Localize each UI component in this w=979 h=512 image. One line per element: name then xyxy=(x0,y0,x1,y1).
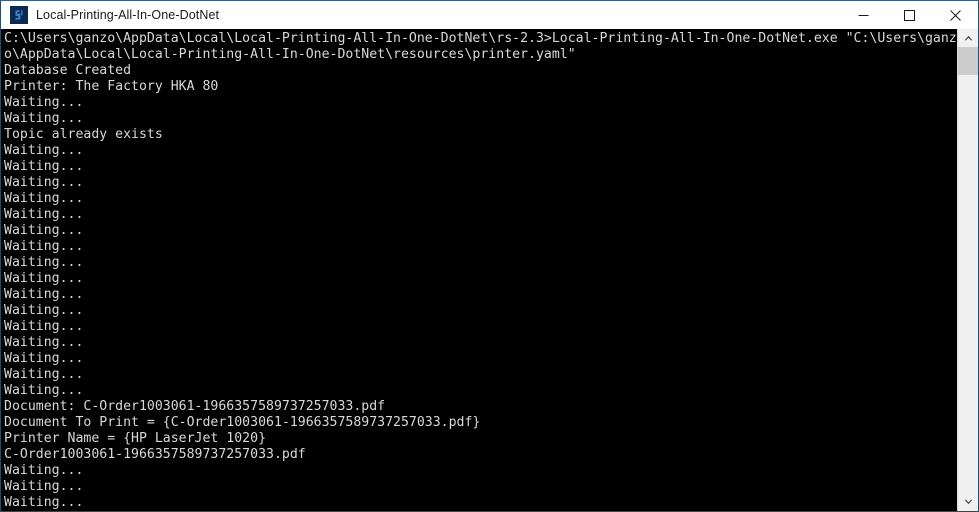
console-line: Waiting... xyxy=(4,159,84,174)
console-line: Waiting... xyxy=(4,495,84,510)
console-line: Topic already exists xyxy=(4,127,163,142)
maximize-button[interactable] xyxy=(886,1,932,29)
console-line: o\AppData\Local\Local-Printing-All-In-On… xyxy=(4,47,576,62)
console-line: Waiting... xyxy=(4,191,84,206)
console-line: Printer Name = {HP LaserJet 1020} xyxy=(4,431,267,446)
scrollbar-thumb[interactable] xyxy=(958,47,978,75)
console-line: C:\Users\ganzo\AppData\Local\Local-Print… xyxy=(4,31,957,46)
console-line: Waiting... xyxy=(4,479,84,494)
console-line: Waiting... xyxy=(4,95,84,110)
console-line: Waiting... xyxy=(4,255,84,270)
console-line: Waiting... xyxy=(4,335,84,350)
console-line: Waiting... xyxy=(4,111,84,126)
close-button[interactable] xyxy=(932,1,978,29)
console-app-icon xyxy=(10,6,28,24)
console-line: Waiting... xyxy=(4,143,84,158)
console-line: Waiting... xyxy=(4,319,84,334)
vertical-scrollbar[interactable] xyxy=(957,29,978,511)
console-line: Document: C-Order1003061-196635758973725… xyxy=(4,399,386,414)
console-line: Waiting... xyxy=(4,383,84,398)
console-line: C-Order1003061-1966357589737257033.pdf xyxy=(4,447,306,462)
console-line-list: C:\Users\ganzo\AppData\Local\Local-Print… xyxy=(1,31,957,511)
console-line: Waiting... xyxy=(4,351,84,366)
window-title: Local-Printing-All-In-One-DotNet xyxy=(36,8,220,22)
console-line: Document To Print = {C-Order1003061-1966… xyxy=(4,415,481,430)
console-line: Printer: The Factory HKA 80 xyxy=(4,79,219,94)
console-line: Waiting... xyxy=(4,367,84,382)
console-line: Waiting... xyxy=(4,463,84,478)
console-line: Waiting... xyxy=(4,239,84,254)
console-output-area[interactable]: C:\Users\ganzo\AppData\Local\Local-Print… xyxy=(1,29,957,511)
scroll-down-arrow-icon[interactable] xyxy=(958,493,978,511)
console-window: Local-Printing-All-In-One-DotNet C:\User… xyxy=(0,0,979,512)
console-line: Waiting... xyxy=(4,287,84,302)
console-line: Database Created xyxy=(4,63,132,78)
console-line: Waiting... xyxy=(4,271,84,286)
console-line: Waiting... xyxy=(4,223,84,238)
console-line: Waiting... xyxy=(4,207,84,222)
minimize-button[interactable] xyxy=(840,1,886,29)
scroll-up-arrow-icon[interactable] xyxy=(958,29,978,47)
scrollbar-track[interactable] xyxy=(958,75,978,493)
title-bar[interactable]: Local-Printing-All-In-One-DotNet xyxy=(1,1,978,29)
console-line: Waiting... xyxy=(4,175,84,190)
console-line: Waiting... xyxy=(4,303,84,318)
